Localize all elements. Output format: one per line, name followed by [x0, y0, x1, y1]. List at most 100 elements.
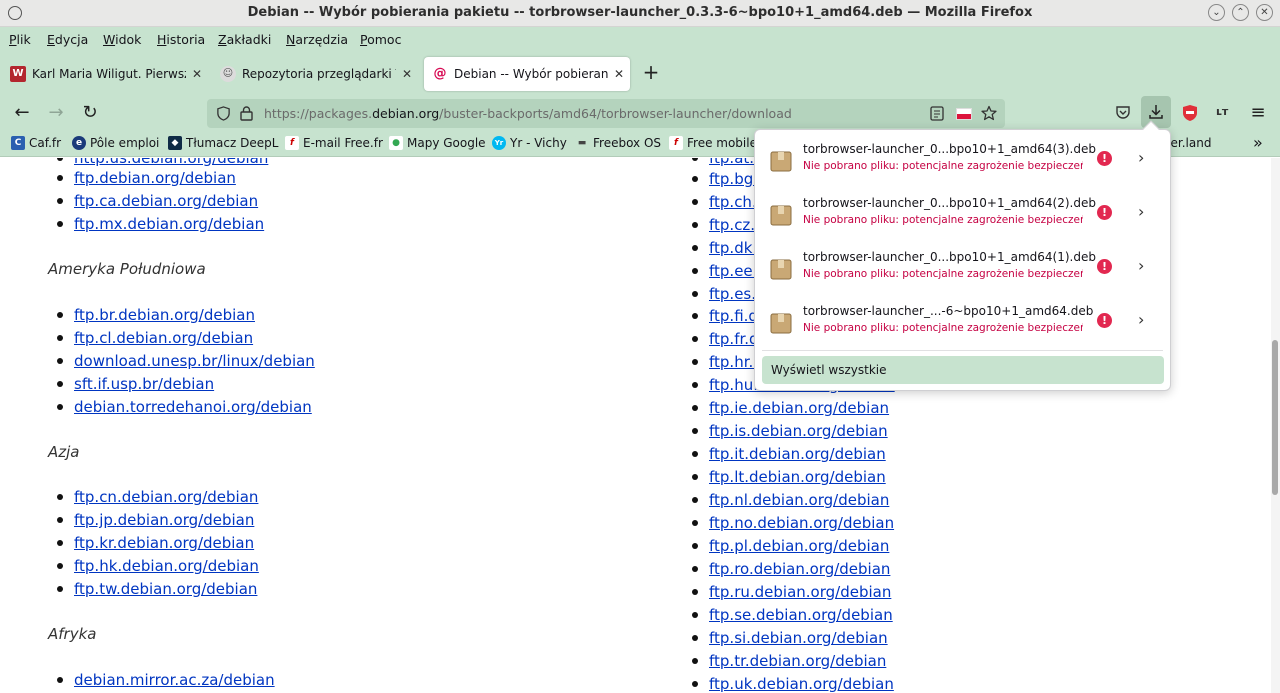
menu-file[interactable]: Plik: [9, 32, 31, 47]
mirror-link[interactable]: ftp.lt.debian.org/debian: [709, 468, 886, 486]
list-item: ftp.lt.debian.org/debian: [692, 468, 886, 486]
chevron-right-icon[interactable]: ›: [1138, 202, 1144, 221]
mirror-link[interactable]: ftp.ca.debian.org/debian: [74, 192, 258, 210]
app-menu-button[interactable]: ≡: [1244, 99, 1272, 127]
reader-view-icon[interactable]: [930, 106, 944, 121]
bookmark-label: Freebox OS: [593, 136, 662, 150]
list-item: ftp.se.debian.org/debian: [692, 606, 893, 624]
bookmark-yr-vichy[interactable]: Yr Yr - Vichy: [492, 136, 567, 150]
mirror-link[interactable]: ftp.jp.debian.org/debian: [74, 511, 254, 529]
menu-history[interactable]: Historia: [157, 32, 205, 47]
download-filename: torbrowser-launcher_...-6~bpo10+1_amd64.…: [803, 304, 1094, 318]
downloads-button[interactable]: [1141, 96, 1171, 128]
menu-view[interactable]: Widok: [103, 32, 141, 47]
languagetool-icon[interactable]: ʟᴛ: [1216, 105, 1228, 118]
mirror-link[interactable]: debian.mirror.ac.za/debian: [74, 671, 275, 689]
close-tab-icon[interactable]: ✕: [608, 67, 630, 81]
download-status: Nie pobrano pliku: potencjalne zagrożeni…: [803, 214, 1083, 226]
chevron-right-icon[interactable]: ›: [1138, 148, 1144, 167]
menu-help[interactable]: Pomoc: [360, 32, 401, 47]
pocket-icon[interactable]: [1115, 105, 1131, 120]
chevron-right-icon[interactable]: ›: [1138, 310, 1144, 329]
mirror-link[interactable]: ftp.is.debian.org/debian: [709, 422, 888, 440]
bookmark-google-maps[interactable]: ● Mapy Google: [389, 136, 486, 150]
mirror-link[interactable]: download.unesp.br/linux/debian: [74, 352, 315, 370]
bookmark-deepl[interactable]: ◆ Tłumacz DeepL: [168, 136, 278, 150]
tab-wiligut[interactable]: W Karl Maria Wiligut. Pierwszy ✕: [2, 57, 208, 91]
bookmark-freebox-os[interactable]: ▬ Freebox OS: [575, 136, 661, 150]
package-file-icon: [770, 313, 792, 334]
poland-flag-icon[interactable]: [956, 108, 972, 120]
mirror-link[interactable]: ftp.mx.debian.org/debian: [74, 215, 264, 233]
chevron-right-icon[interactable]: ›: [1138, 256, 1144, 275]
download-item[interactable]: torbrowser-launcher_0...bpo10+1_amd64(1)…: [762, 243, 1163, 295]
download-status: Nie pobrano pliku: potencjalne zagrożeni…: [803, 160, 1083, 172]
package-file-icon: [770, 259, 792, 280]
download-status: Nie pobrano pliku: potencjalne zagrożeni…: [803, 322, 1083, 334]
mirror-link[interactable]: ftp.cn.debian.org/debian: [74, 488, 258, 506]
list-item: ftp.jp.debian.org/debian: [57, 511, 254, 529]
close-tab-icon[interactable]: ✕: [186, 67, 208, 81]
page-scrollbar[interactable]: [1271, 158, 1280, 693]
mirror-link[interactable]: ftp.ru.debian.org/debian: [709, 583, 891, 601]
back-button[interactable]: ←: [8, 99, 36, 127]
mirror-link[interactable]: ftp.debian.org/debian: [74, 169, 236, 187]
menu-bookmarks[interactable]: Zakładki: [218, 32, 271, 47]
mirror-link[interactable]: ftp.tw.debian.org/debian: [74, 580, 257, 598]
google-maps-icon: ●: [389, 136, 403, 150]
mirror-link[interactable]: ftp.pl.debian.org/debian: [709, 537, 889, 555]
url-text[interactable]: https://packages.debian.org/buster-backp…: [264, 106, 792, 121]
bookmark-free-mobile[interactable]: f Free mobile: [669, 136, 757, 150]
bookmark-label: Yr - Vichy: [510, 136, 567, 150]
mirror-link[interactable]: ftp.no.debian.org/debian: [709, 514, 894, 532]
ublock-origin-icon[interactable]: [1182, 104, 1198, 122]
mirror-link[interactable]: ftp.si.debian.org/debian: [709, 629, 888, 647]
lock-icon[interactable]: [240, 106, 253, 121]
mirror-link[interactable]: ftp.hk.debian.org/debian: [74, 557, 259, 575]
download-item[interactable]: torbrowser-launcher_0...bpo10+1_amd64(2)…: [762, 189, 1163, 241]
window-titlebar: Debian -- Wybór pobierania pakietu -- to…: [0, 0, 1280, 27]
mirror-link[interactable]: ftp.br.debian.org/debian: [74, 306, 255, 324]
mirror-link[interactable]: ftp.cl.debian.org/debian: [74, 329, 253, 347]
tab-tor-repos[interactable]: ☺ Repozytoria przeglądarki TO ✕: [212, 57, 418, 91]
region-heading-africa: Afryka: [48, 625, 97, 643]
show-all-downloads-button[interactable]: Wyświetl wszystkie: [762, 356, 1164, 384]
tab-bar: W Karl Maria Wiligut. Pierwszy ✕ ☺ Repoz…: [0, 53, 1280, 93]
mirror-link[interactable]: ftp.tr.debian.org/debian: [709, 652, 886, 670]
new-tab-button[interactable]: +: [640, 62, 662, 84]
mirror-link[interactable]: ftp.se.debian.org/debian: [709, 606, 893, 624]
bookmark-pole-emploi[interactable]: e Pôle emploi: [72, 136, 159, 150]
reload-button[interactable]: ↻: [76, 99, 104, 127]
bookmark-star-icon[interactable]: [981, 105, 997, 121]
scrollbar-thumb[interactable]: [1272, 340, 1278, 495]
download-item[interactable]: torbrowser-launcher_...-6~bpo10+1_amd64.…: [762, 297, 1163, 349]
bookmark-ker-land[interactable]: ker.land: [1164, 136, 1211, 150]
tab-favicon-icon: W: [10, 66, 26, 82]
url-bar[interactable]: https://packages.debian.org/buster-backp…: [207, 99, 1005, 128]
mirror-link[interactable]: ftp.it.debian.org/debian: [709, 445, 886, 463]
menu-edit[interactable]: Edycja: [47, 32, 88, 47]
mirror-link[interactable]: ftp.nl.debian.org/debian: [709, 491, 889, 509]
mirror-link[interactable]: ftp.kr.debian.org/debian: [74, 534, 254, 552]
tab-debian-active[interactable]: @ Debian -- Wybór pobierania ✕: [424, 57, 630, 91]
bookmark-free-email[interactable]: f E-mail Free.fr: [285, 136, 383, 150]
mirror-link[interactable]: http.us.debian.org/debian: [74, 158, 268, 167]
menu-tools[interactable]: Narzędzia: [286, 32, 348, 47]
mirror-link[interactable]: ftp.uk.debian.org/debian: [709, 675, 894, 693]
tracking-shield-icon[interactable]: [216, 106, 231, 121]
mirror-link[interactable]: ftp.ie.debian.org/debian: [709, 399, 889, 417]
close-window-button[interactable]: ✕: [1256, 4, 1273, 21]
mirror-link[interactable]: ftp.ro.debian.org/debian: [709, 560, 890, 578]
download-filename: torbrowser-launcher_0...bpo10+1_amd64(3)…: [803, 142, 1096, 156]
free-icon: f: [285, 136, 299, 150]
list-item: ftp.ro.debian.org/debian: [692, 560, 890, 578]
bookmarks-overflow-button[interactable]: »: [1253, 133, 1263, 152]
maximize-button[interactable]: ⌃: [1232, 4, 1249, 21]
minimize-button[interactable]: ⌄: [1208, 4, 1225, 21]
close-tab-icon[interactable]: ✕: [396, 67, 418, 81]
mirror-link[interactable]: sft.if.usp.br/debian: [74, 375, 214, 393]
download-item[interactable]: torbrowser-launcher_0...bpo10+1_amd64(3)…: [762, 135, 1163, 187]
mirror-link[interactable]: debian.torredehanoi.org/debian: [74, 398, 312, 416]
bookmark-caf[interactable]: C Caf.fr: [11, 136, 61, 150]
forward-button[interactable]: →: [42, 99, 70, 127]
